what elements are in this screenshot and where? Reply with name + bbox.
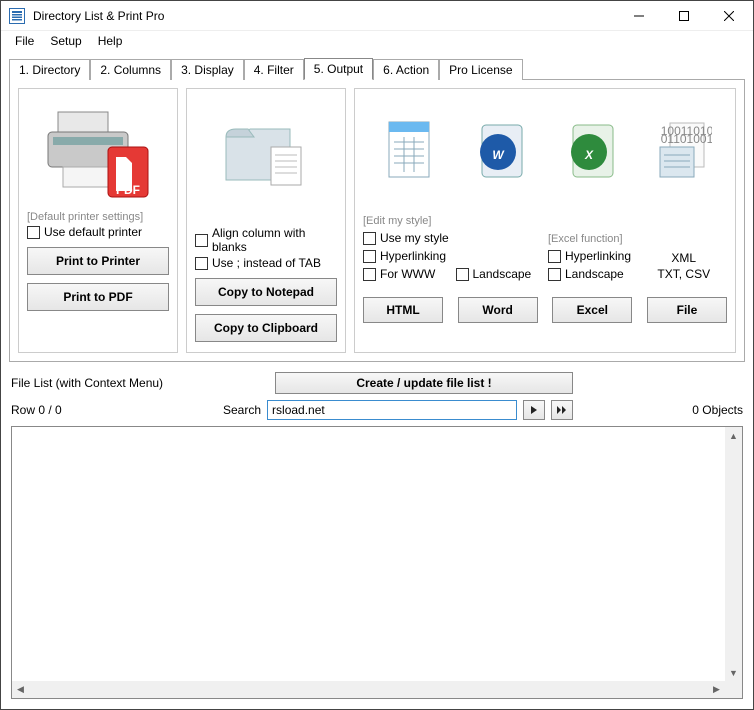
chk-align-blanks-label: Align column with blanks [212, 226, 337, 254]
printer-pdf-icon: PDF [27, 97, 169, 207]
tab-output[interactable]: 5. Output [304, 58, 373, 80]
chk-default-printer-label: Use default printer [44, 225, 142, 239]
vertical-scrollbar[interactable]: ▲ ▼ [725, 427, 742, 681]
svg-text:W: W [492, 148, 505, 162]
txtcsv-label: TXT, CSV [657, 267, 710, 281]
chk-excel-hyper-label: Hyperlinking [565, 249, 631, 263]
panel-export: W X 1001101001101001 [Edit my style] Use… [354, 88, 736, 353]
filelist-label: File List (with Context Menu) [11, 376, 163, 390]
html-icon [379, 117, 439, 187]
file-icon: 1001101001101001 [652, 117, 712, 187]
tab-display[interactable]: 3. Display [171, 59, 244, 80]
export-file-button[interactable]: File [647, 297, 727, 323]
chk-word-landscape[interactable] [456, 268, 469, 281]
chk-default-printer[interactable] [27, 226, 40, 239]
export-word-button[interactable]: Word [458, 297, 538, 323]
menu-file[interactable]: File [7, 32, 42, 50]
svg-text:PDF: PDF [116, 183, 140, 197]
row-counter: Row 0 / 0 [11, 403, 151, 417]
search-row: Row 0 / 0 Search 0 Objects [1, 398, 753, 426]
menu-setup[interactable]: Setup [42, 32, 89, 50]
excel-note: [Excel function] [548, 233, 635, 245]
svg-text:01101001: 01101001 [660, 132, 711, 146]
export-html-button[interactable]: HTML [363, 297, 443, 323]
copy-to-notepad-button[interactable]: Copy to Notepad [195, 278, 337, 306]
copy-to-clipboard-button[interactable]: Copy to Clipboard [195, 314, 337, 342]
svg-text:X: X [583, 148, 593, 162]
chk-excel-hyper[interactable] [548, 250, 561, 263]
menu-help[interactable]: Help [90, 32, 131, 50]
search-label: Search [223, 403, 261, 417]
tab-content-output: PDF [Default printer settings] Use defau… [9, 79, 745, 362]
word-icon: W [470, 117, 530, 187]
tab-directory[interactable]: 1. Directory [9, 59, 90, 80]
chk-for-www[interactable] [363, 268, 376, 281]
filelist-header: File List (with Context Menu) Create / u… [1, 368, 753, 398]
file-list-view[interactable]: ▲ ▼ ◀ ▶ [11, 426, 743, 699]
export-excel-button[interactable]: Excel [552, 297, 632, 323]
window-title: Directory List & Print Pro [33, 9, 616, 23]
tab-columns[interactable]: 2. Columns [90, 59, 171, 80]
scroll-up-icon[interactable]: ▲ [725, 427, 742, 444]
scroll-right-icon[interactable]: ▶ [708, 681, 725, 698]
scroll-corner [725, 681, 742, 698]
chk-align-blanks[interactable] [195, 234, 208, 247]
chk-semicolon-label: Use ; instead of TAB [212, 256, 321, 270]
panel-copy: Align column with blanks Use ; instead o… [186, 88, 346, 353]
tab-pro-license[interactable]: Pro License [439, 59, 522, 80]
scroll-down-icon[interactable]: ▼ [725, 664, 742, 681]
maximize-button[interactable] [661, 2, 706, 30]
chk-for-www-label: For WWW [380, 267, 435, 281]
tab-strip: 1. Directory 2. Columns 3. Display 4. Fi… [9, 57, 745, 79]
close-button[interactable] [706, 2, 751, 30]
tab-filter[interactable]: 4. Filter [244, 59, 304, 80]
horizontal-scrollbar[interactable]: ◀ ▶ [12, 681, 742, 698]
folder-notepad-icon [195, 97, 337, 207]
xml-label: XML [671, 251, 696, 265]
object-count: 0 Objects [692, 403, 743, 417]
create-update-button[interactable]: Create / update file list ! [275, 372, 573, 394]
chk-use-style-label: Use my style [380, 231, 449, 245]
panel-printer: PDF [Default printer settings] Use defau… [18, 88, 178, 353]
edit-style-note: [Edit my style] [363, 215, 450, 227]
chk-word-landscape-label: Landscape [473, 267, 532, 281]
search-next-button[interactable] [523, 400, 545, 420]
chk-hyperlinking[interactable] [363, 250, 376, 263]
excel-icon: X [561, 117, 621, 187]
search-next-all-button[interactable] [551, 400, 573, 420]
app-icon [9, 8, 25, 24]
chk-excel-landscape-label: Landscape [565, 267, 624, 281]
chk-use-style[interactable] [363, 232, 376, 245]
chk-semicolon[interactable] [195, 257, 208, 270]
tab-action[interactable]: 6. Action [373, 59, 439, 80]
chk-excel-landscape[interactable] [548, 268, 561, 281]
print-to-pdf-button[interactable]: Print to PDF [27, 283, 169, 311]
titlebar: Directory List & Print Pro [1, 1, 753, 31]
chk-hyperlinking-label: Hyperlinking [380, 249, 446, 263]
minimize-button[interactable] [616, 2, 661, 30]
printer-note: [Default printer settings] [27, 211, 169, 223]
print-to-printer-button[interactable]: Print to Printer [27, 247, 169, 275]
menubar: File Setup Help [1, 31, 753, 51]
scroll-left-icon[interactable]: ◀ [12, 681, 29, 698]
search-input[interactable] [267, 400, 517, 420]
